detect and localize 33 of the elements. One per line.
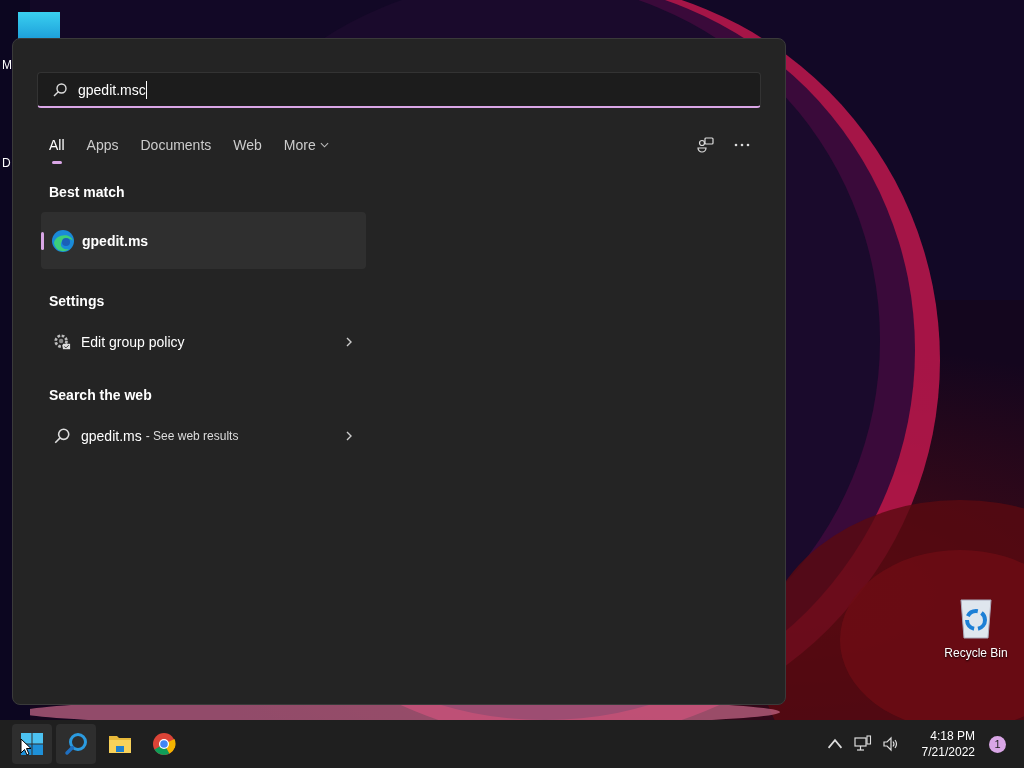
taskbar-button[interactable] bbox=[12, 724, 52, 764]
browser-icon bbox=[51, 228, 75, 253]
filter-tab[interactable]: More bbox=[283, 130, 329, 160]
result-item[interactable]: gpedit.ms bbox=[41, 212, 366, 269]
chevron-right-icon bbox=[346, 431, 352, 441]
people-icon[interactable] bbox=[697, 136, 715, 154]
desktop-icon-label[interactable]: M bbox=[2, 58, 12, 72]
clock-time[interactable]: 4:18 PM bbox=[930, 729, 975, 743]
notification-badge[interactable]: 1 bbox=[989, 735, 1006, 753]
network-icon[interactable] bbox=[853, 735, 872, 753]
recycle-bin-label[interactable]: Recycle Bin bbox=[944, 646, 1008, 660]
result-item[interactable]: gpedit.ms - See web results bbox=[41, 415, 366, 457]
chrome-icon bbox=[152, 732, 176, 756]
clock-date[interactable]: 7/21/2022 bbox=[921, 745, 975, 759]
search-icon bbox=[64, 732, 88, 756]
filter-tab[interactable]: Web bbox=[233, 130, 262, 160]
section-heading: Search the web bbox=[49, 387, 153, 403]
desktop-icon-label[interactable]: D bbox=[2, 156, 11, 170]
search-icon bbox=[52, 81, 68, 98]
recycle-bin-icon[interactable] bbox=[958, 596, 994, 640]
volume-icon[interactable] bbox=[881, 735, 900, 753]
mouse-pointer-icon bbox=[20, 738, 32, 756]
gear-icon bbox=[53, 333, 71, 351]
search-icon bbox=[53, 427, 71, 445]
result-item[interactable]: Edit group policy bbox=[41, 321, 366, 363]
result-hint: - See web results bbox=[145, 429, 239, 443]
search-field[interactable]: gpedit.msc bbox=[37, 72, 761, 108]
filter-tab[interactable]: Apps bbox=[86, 130, 119, 160]
section-heading: Settings bbox=[49, 293, 106, 309]
caret-icon bbox=[319, 142, 329, 148]
section-heading: Best match bbox=[49, 184, 126, 200]
chevron-right-icon bbox=[346, 337, 352, 347]
filter-tab[interactable]: Documents bbox=[140, 130, 212, 160]
